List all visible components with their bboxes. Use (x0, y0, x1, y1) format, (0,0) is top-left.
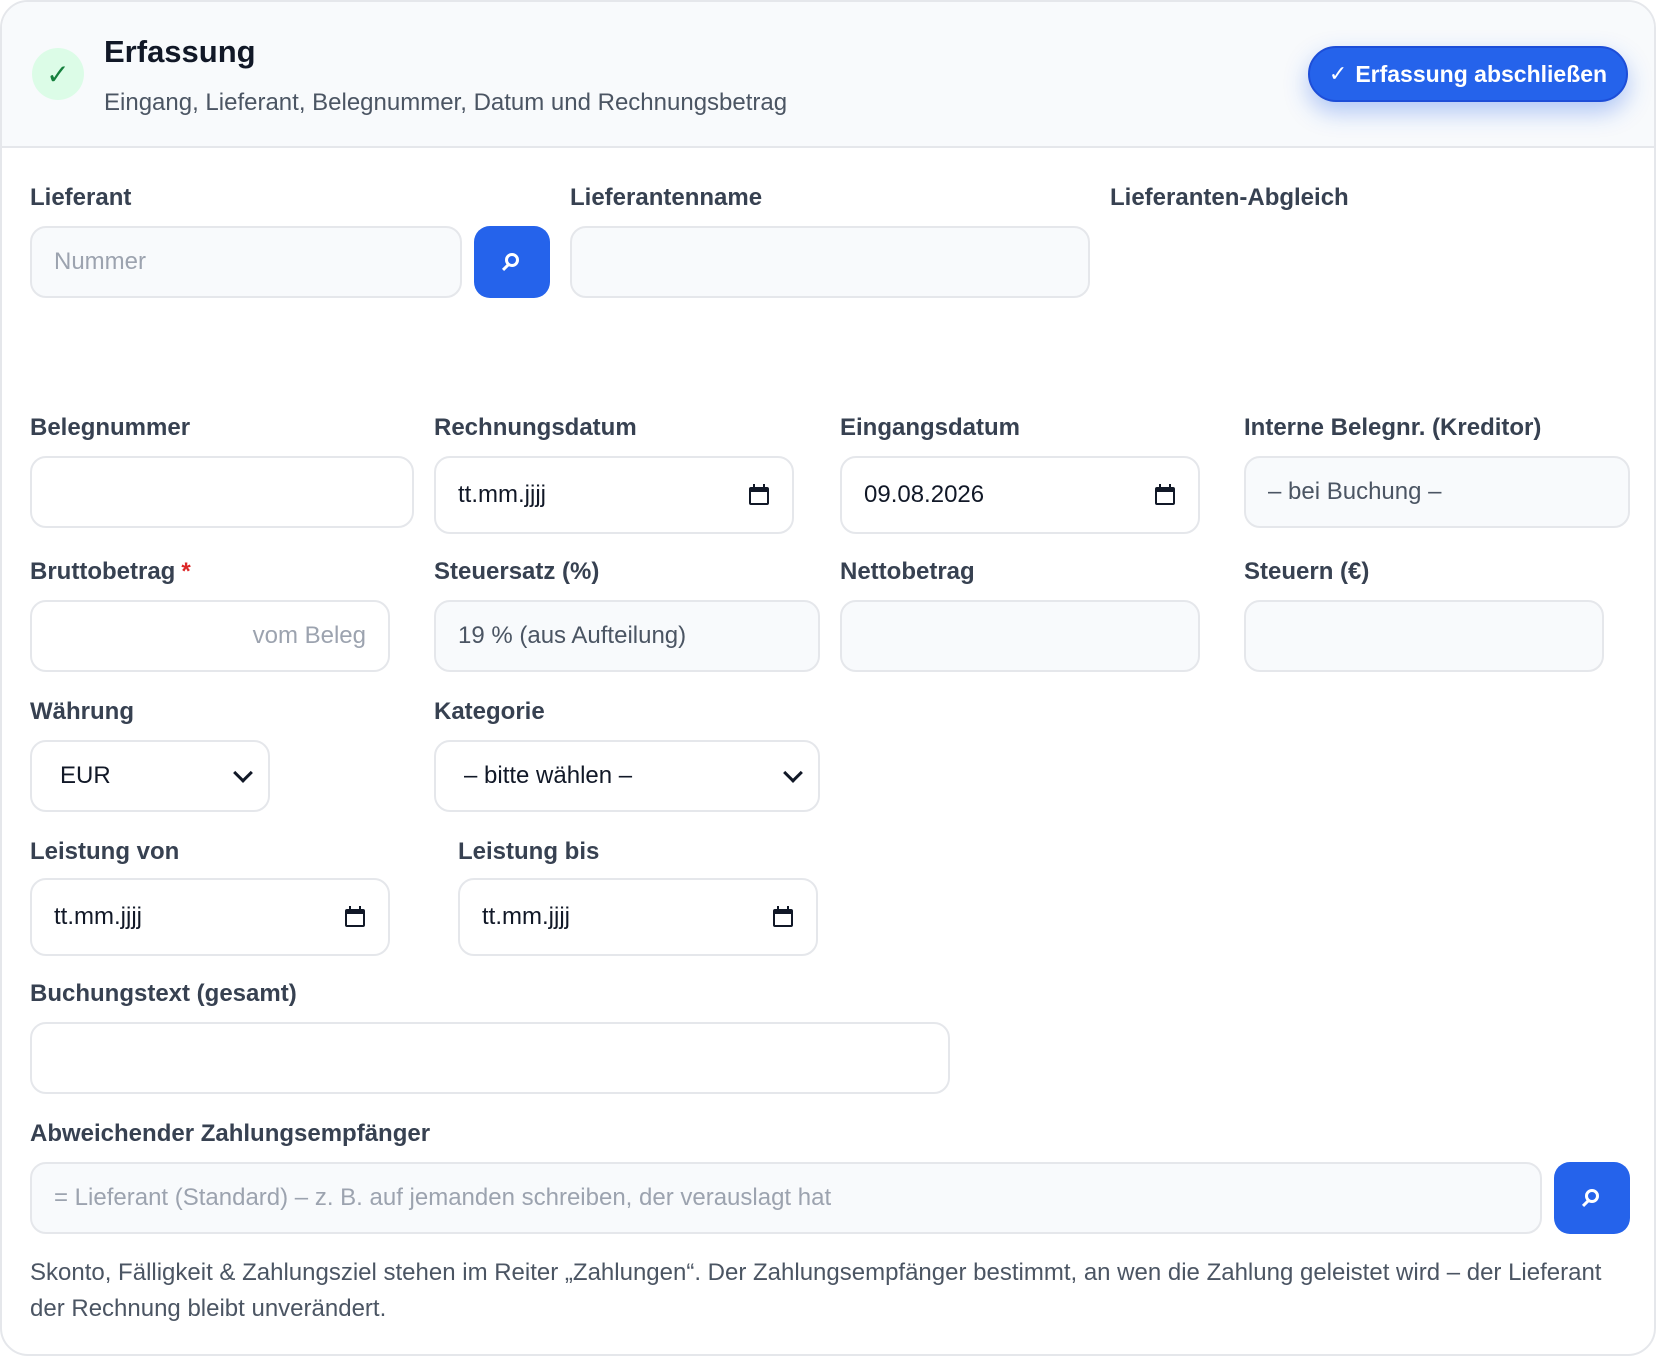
finish-capture-button[interactable]: ✓ Erfassung abschließen (1308, 46, 1628, 102)
page-title: Erfassung (104, 34, 256, 69)
steuersatz-label: Steuersatz (%) (434, 558, 600, 585)
interne-belegnr-label: Interne Belegnr. (Kreditor) (1244, 414, 1542, 441)
zahlungsempfaenger-input[interactable]: = Lieferant (Standard) – z. B. auf jeman… (30, 1162, 1542, 1234)
card-header: ✓ Erfassung Eingang, Lieferant, Belegnum… (2, 2, 1654, 148)
calendar-icon[interactable] (748, 484, 770, 506)
nettobetrag-field (840, 600, 1200, 672)
check-icon: ✓ (32, 48, 84, 100)
calendar-icon[interactable] (772, 906, 794, 928)
bruttobetrag-placeholder: vom Beleg (252, 622, 366, 649)
supplier-search-button[interactable] (474, 226, 550, 298)
bruttobetrag-input[interactable]: vom Beleg (30, 600, 390, 672)
chevron-down-icon (233, 763, 253, 783)
erfassung-card: ✓ Erfassung Eingang, Lieferant, Belegnum… (0, 0, 1656, 1356)
interne-belegnr-value: – bei Buchung – (1268, 478, 1442, 505)
supplier-label: Lieferant (30, 184, 132, 211)
calendar-icon[interactable] (344, 906, 366, 928)
supplier-number-input[interactable]: Nummer (30, 226, 462, 298)
waehrung-value: EUR (60, 762, 111, 789)
kategorie-label: Kategorie (434, 698, 545, 725)
supplier-name-field (570, 226, 1090, 298)
interne-belegnr-field: – bei Buchung – (1244, 456, 1630, 528)
kategorie-value: – bitte wählen – (464, 762, 633, 789)
search-icon (505, 253, 519, 267)
page-subtitle: Eingang, Lieferant, Belegnummer, Datum u… (104, 89, 788, 116)
buchungstext-input[interactable] (30, 1022, 950, 1094)
bruttobetrag-label-text: Bruttobetrag (30, 558, 176, 585)
eingangsdatum-label: Eingangsdatum (840, 414, 1021, 441)
kategorie-select[interactable]: – bitte wählen – (434, 740, 820, 812)
rechnungsdatum-input[interactable]: tt.mm.jjjj (434, 456, 794, 534)
rechnungsdatum-label: Rechnungsdatum (434, 414, 637, 441)
zahlungsempfaenger-label: Abweichender Zahlungsempfänger (30, 1120, 431, 1147)
checkmark-icon: ✓ (1328, 61, 1348, 87)
supplier-match-label: Lieferanten-Abgleich (1110, 184, 1349, 211)
leistung-von-label: Leistung von (30, 838, 180, 865)
leistung-bis-value: tt.mm.jjjj (482, 903, 570, 930)
nettobetrag-label: Nettobetrag (840, 558, 975, 585)
eingangsdatum-input[interactable]: 09.08.2026 (840, 456, 1200, 534)
waehrung-select[interactable]: EUR (30, 740, 270, 812)
eingangsdatum-value: 09.08.2026 (864, 481, 985, 508)
leistung-von-input[interactable]: tt.mm.jjjj (30, 878, 390, 956)
chevron-down-icon (783, 763, 803, 783)
supplier-number-placeholder: Nummer (54, 248, 147, 275)
rechnungsdatum-value: tt.mm.jjjj (458, 481, 546, 508)
leistung-bis-label: Leistung bis (458, 838, 600, 865)
steuersatz-value: 19 % (aus Aufteilung) (458, 622, 687, 649)
bruttobetrag-label: Bruttobetrag * (30, 558, 191, 586)
search-icon (1585, 1189, 1599, 1203)
steuern-field (1244, 600, 1604, 672)
zahlungsempfaenger-placeholder: = Lieferant (Standard) – z. B. auf jeman… (54, 1184, 832, 1211)
belegnummer-input[interactable] (30, 456, 414, 528)
calendar-icon[interactable] (1154, 484, 1176, 506)
steuern-label: Steuern (€) (1244, 558, 1370, 585)
payment-hint-text: Skonto, Fälligkeit & Zahlungsziel stehen… (30, 1259, 1602, 1322)
supplier-name-label: Lieferantenname (570, 184, 763, 211)
payee-search-button[interactable] (1554, 1162, 1630, 1234)
finish-capture-label: Erfassung abschließen (1355, 60, 1608, 87)
leistung-von-value: tt.mm.jjjj (54, 903, 142, 930)
required-marker: * (181, 558, 191, 585)
leistung-bis-input[interactable]: tt.mm.jjjj (458, 878, 818, 956)
waehrung-label: Währung (30, 698, 134, 725)
buchungstext-label: Buchungstext (gesamt) (30, 980, 297, 1007)
belegnummer-label: Belegnummer (30, 414, 191, 441)
steuersatz-field: 19 % (aus Aufteilung) (434, 600, 820, 672)
